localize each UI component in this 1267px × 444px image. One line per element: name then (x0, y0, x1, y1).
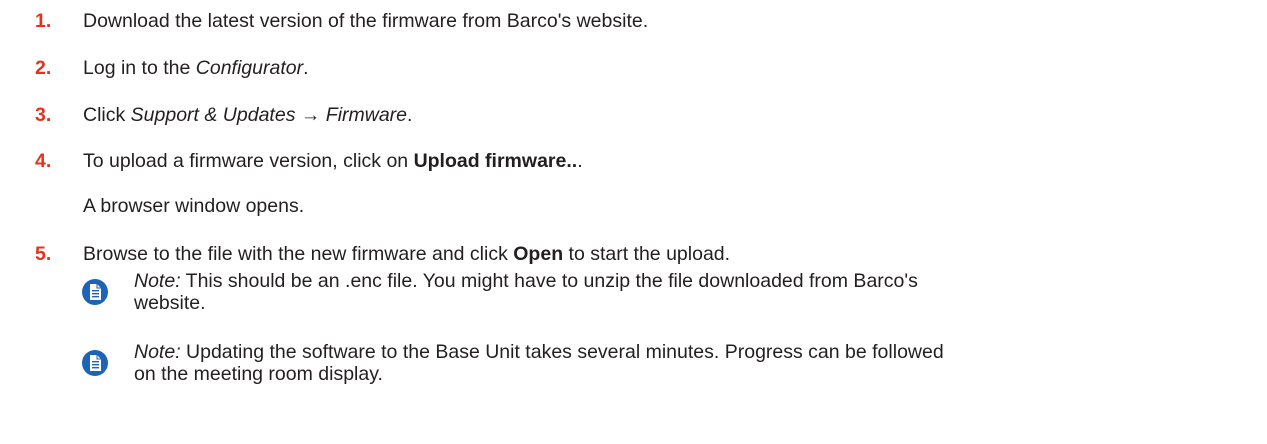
step-number: 2. (35, 57, 52, 79)
step-text: To upload a firmware version, click on U… (83, 150, 583, 172)
step-text-prefix: To upload a firmware version, click on (83, 150, 414, 172)
step-text-suffix: . (407, 104, 413, 126)
step-text-prefix: Click (83, 104, 131, 126)
step-number: 5. (35, 243, 52, 265)
step-number: 4. (35, 150, 52, 172)
step-number: 1. (35, 10, 52, 32)
step-text-prefix: Browse to the file with the new firmware… (83, 243, 514, 265)
note-icon (82, 279, 108, 305)
note-line: This should be an .enc file. You might h… (180, 270, 918, 292)
step-4-result: A browser window opens. (83, 195, 305, 217)
step-text: Click Support & Updates → Firmware. (83, 104, 412, 126)
note-text: Note: Updating the software to the Base … (134, 341, 1224, 385)
note-line: on the meeting room display. (134, 363, 383, 385)
note-text: Note: This should be an .enc file. You m… (134, 270, 1224, 314)
step-text-suffix: . (577, 150, 583, 172)
step-number: 3. (35, 104, 52, 126)
configurator-ui-label: Configurator (195, 57, 304, 79)
step-text-suffix: . (303, 57, 309, 79)
note-label: Note: (134, 341, 181, 363)
note-line: website. (134, 292, 206, 314)
upload-firmware-button-label: Upload firmware.. (413, 150, 578, 172)
note-label: Note: (134, 270, 181, 292)
open-button-label: Open (513, 243, 564, 265)
menu-path-label: Support & Updates → Firmware (130, 104, 408, 126)
note-line: Updating the software to the Base Unit t… (180, 341, 944, 363)
step-text: Log in to the Configurator. (83, 57, 309, 79)
step-text: Browse to the file with the new firmware… (83, 243, 730, 265)
step-text: Download the latest version of the firmw… (83, 10, 649, 32)
step-text-prefix: Log in to the (83, 57, 196, 79)
step-text-suffix: to start the upload. (563, 243, 731, 265)
note-icon (82, 350, 108, 376)
